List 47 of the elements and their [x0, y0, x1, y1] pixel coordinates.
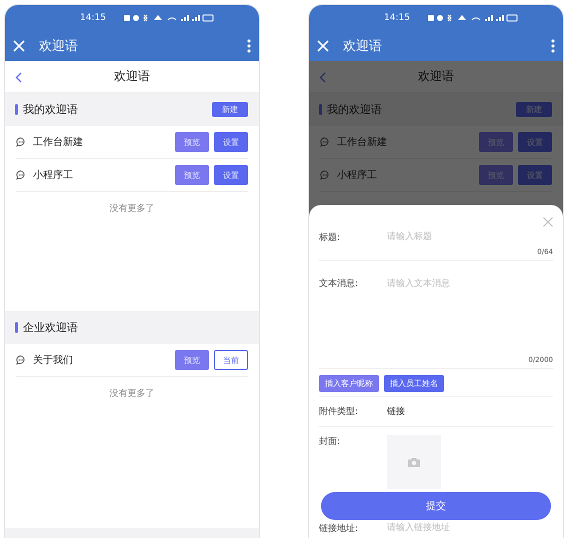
status-time: 14:15 — [80, 13, 106, 23]
chat-bubble-icon — [320, 137, 330, 147]
greeting-name: 小程序工 — [337, 168, 378, 182]
section-marker — [15, 104, 18, 115]
section-title: 我的欢迎语 — [23, 102, 79, 117]
preview-button[interactable]: 预览 — [175, 350, 209, 370]
no-more-text: 没有更多了 — [108, 202, 156, 216]
app-bar-title: 欢迎语 — [39, 38, 79, 55]
insert-button[interactable]: 插入客户昵称 — [319, 375, 379, 392]
section-title: 企业欢迎语 — [23, 320, 79, 335]
new-button[interactable]: 新建 — [212, 102, 248, 117]
section-marker — [15, 322, 18, 333]
section-marker — [319, 104, 322, 115]
page-title: 欢迎语 — [114, 68, 150, 85]
settings-button[interactable]: 设置 — [214, 132, 248, 152]
link-input[interactable]: 请输入链接地址 — [387, 522, 553, 534]
greeting-name: 工作台新建 — [337, 136, 388, 149]
field-label: 封面: — [319, 436, 342, 449]
camera-icon — [407, 456, 421, 468]
chat-bubble-icon — [16, 137, 26, 147]
status-time: 14:15 — [384, 13, 410, 23]
preview-button[interactable]: 预览 — [175, 165, 209, 185]
field-label: 附件类型: — [319, 406, 360, 418]
page-title: 欢迎语 — [418, 68, 454, 85]
field-label: 标题: — [319, 232, 342, 245]
greeting-name: 工作台新建 — [33, 136, 84, 149]
greeting-name: 关于我们 — [33, 354, 74, 367]
field-label: 链接地址: — [319, 522, 360, 534]
back-icon[interactable] — [319, 72, 326, 83]
attachment-type[interactable]: 链接 — [387, 405, 405, 418]
field-label: 文本消息: — [319, 278, 360, 291]
back-icon[interactable] — [15, 72, 22, 83]
chat-bubble-icon — [16, 170, 26, 180]
current-button[interactable]: 当前 — [214, 350, 248, 370]
chat-bubble-icon — [16, 355, 26, 365]
more-icon[interactable] — [551, 39, 555, 53]
more-icon[interactable] — [247, 39, 251, 53]
title-input[interactable]: 请输入标题 — [387, 231, 553, 243]
insert-button[interactable]: 插入员工姓名 — [384, 375, 444, 392]
preview-button[interactable]: 预览 — [175, 132, 209, 152]
settings-button[interactable]: 设置 — [214, 165, 248, 185]
submit-button[interactable]: 提交 — [321, 492, 551, 520]
no-more-text: 没有更多了 — [108, 388, 156, 401]
chat-bubble-icon — [320, 170, 330, 180]
section-title: 我的欢迎语 — [327, 102, 383, 117]
greeting-name: 小程序工 — [33, 168, 74, 182]
app-bar-title: 欢迎语 — [343, 38, 383, 55]
